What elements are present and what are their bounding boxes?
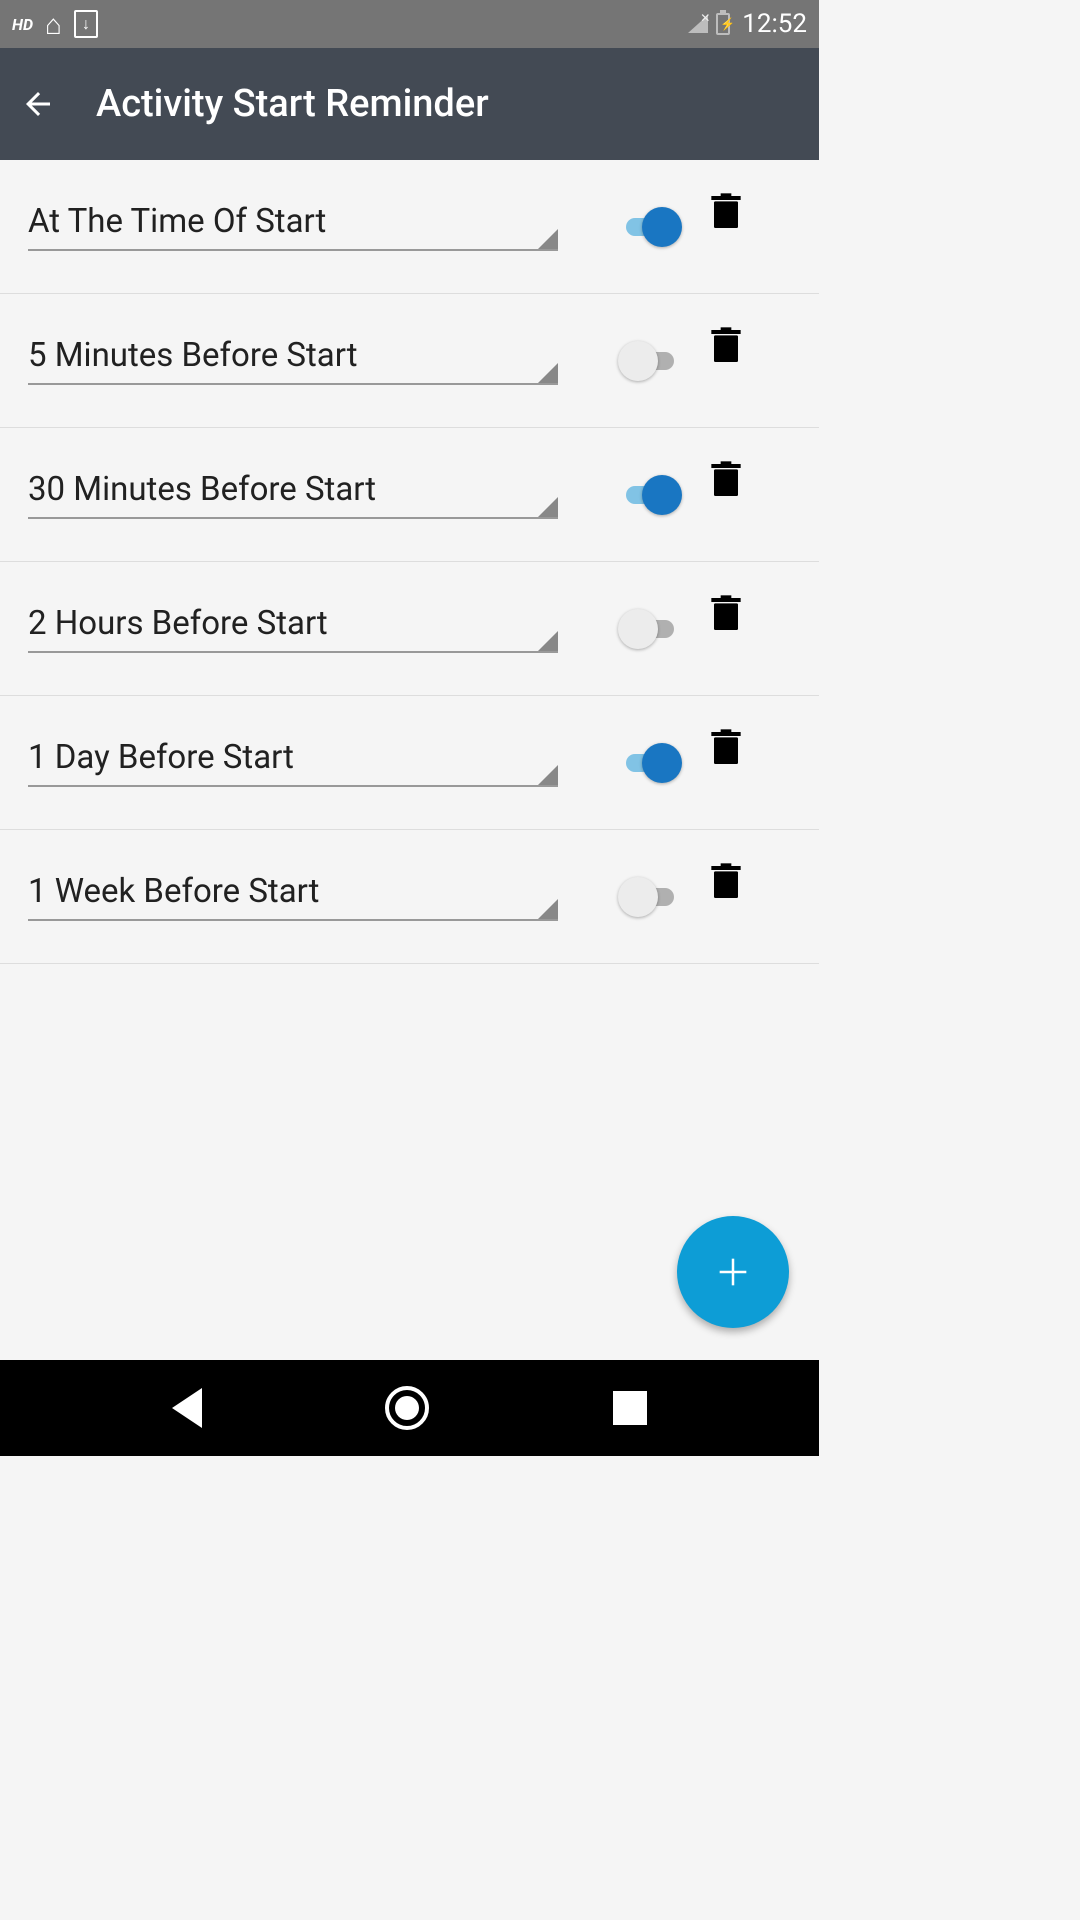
reminder-toggle[interactable] [618, 475, 682, 515]
reminder-row: 5 Minutes Before Start [0, 294, 819, 428]
reminder-time-label: At The Time Of Start [28, 202, 558, 241]
nav-recent-button[interactable] [613, 1391, 647, 1425]
trash-icon [710, 193, 742, 231]
dropdown-triangle-icon [538, 899, 558, 919]
back-button[interactable] [20, 86, 56, 122]
plus-icon [713, 1252, 753, 1292]
nav-home-icon [385, 1386, 429, 1430]
reminder-row: 1 Day Before Start [0, 696, 819, 830]
status-left: HD ⌂ ↓ [12, 8, 98, 41]
trash-icon [710, 461, 742, 499]
reminder-list: At The Time Of Start 5 Minutes Before St… [0, 160, 819, 964]
add-reminder-fab[interactable] [677, 1216, 789, 1328]
trash-icon [710, 595, 742, 633]
hd-indicator: HD [12, 15, 33, 34]
back-arrow-icon [20, 86, 56, 122]
reminder-time-spinner[interactable]: 1 Week Before Start [28, 872, 558, 921]
dropdown-triangle-icon [538, 363, 558, 383]
reminder-toggle[interactable] [618, 743, 682, 783]
delete-reminder-button[interactable] [710, 193, 742, 235]
delete-reminder-button[interactable] [710, 595, 742, 637]
reminder-toggle[interactable] [618, 609, 682, 649]
reminder-time-spinner[interactable]: At The Time Of Start [28, 202, 558, 251]
reminder-time-spinner[interactable]: 30 Minutes Before Start [28, 470, 558, 519]
status-clock: 12:52 [742, 9, 807, 39]
download-icon: ↓ [74, 10, 98, 38]
reminder-time-spinner[interactable]: 1 Day Before Start [28, 738, 558, 787]
reminder-toggle[interactable] [618, 341, 682, 381]
nav-back-icon [172, 1388, 202, 1428]
battery-icon: ⚡ [716, 13, 730, 35]
delete-reminder-button[interactable] [710, 863, 742, 905]
signal-icon: ✕ [688, 15, 708, 33]
nav-recent-icon [613, 1391, 647, 1425]
reminder-time-spinner[interactable]: 2 Hours Before Start [28, 604, 558, 653]
reminder-row: 2 Hours Before Start [0, 562, 819, 696]
reminder-time-label: 2 Hours Before Start [28, 604, 558, 643]
trash-icon [710, 327, 742, 365]
page-title: Activity Start Reminder [96, 82, 489, 126]
status-bar: HD ⌂ ↓ ✕ ⚡ 12:52 [0, 0, 819, 48]
dropdown-triangle-icon [538, 765, 558, 785]
nav-home-button[interactable] [385, 1386, 429, 1430]
app-bar: Activity Start Reminder [0, 48, 819, 160]
reminder-time-label: 1 Week Before Start [28, 872, 558, 911]
trash-icon [710, 863, 742, 901]
dropdown-triangle-icon [538, 497, 558, 517]
delete-reminder-button[interactable] [710, 461, 742, 503]
reminder-toggle[interactable] [618, 877, 682, 917]
reminder-row: 30 Minutes Before Start [0, 428, 819, 562]
navigation-bar [0, 1360, 819, 1456]
reminder-time-label: 5 Minutes Before Start [28, 336, 558, 375]
reminder-time-label: 30 Minutes Before Start [28, 470, 558, 509]
delete-reminder-button[interactable] [710, 729, 742, 771]
reminder-row: 1 Week Before Start [0, 830, 819, 964]
reminder-time-spinner[interactable]: 5 Minutes Before Start [28, 336, 558, 385]
trash-icon [710, 729, 742, 767]
home-network-icon: ⌂ [45, 8, 62, 41]
nav-back-button[interactable] [172, 1388, 202, 1428]
reminder-toggle[interactable] [618, 207, 682, 247]
reminder-time-label: 1 Day Before Start [28, 738, 558, 777]
status-right: ✕ ⚡ 12:52 [688, 9, 807, 39]
dropdown-triangle-icon [538, 229, 558, 249]
delete-reminder-button[interactable] [710, 327, 742, 369]
dropdown-triangle-icon [538, 631, 558, 651]
reminder-row: At The Time Of Start [0, 160, 819, 294]
